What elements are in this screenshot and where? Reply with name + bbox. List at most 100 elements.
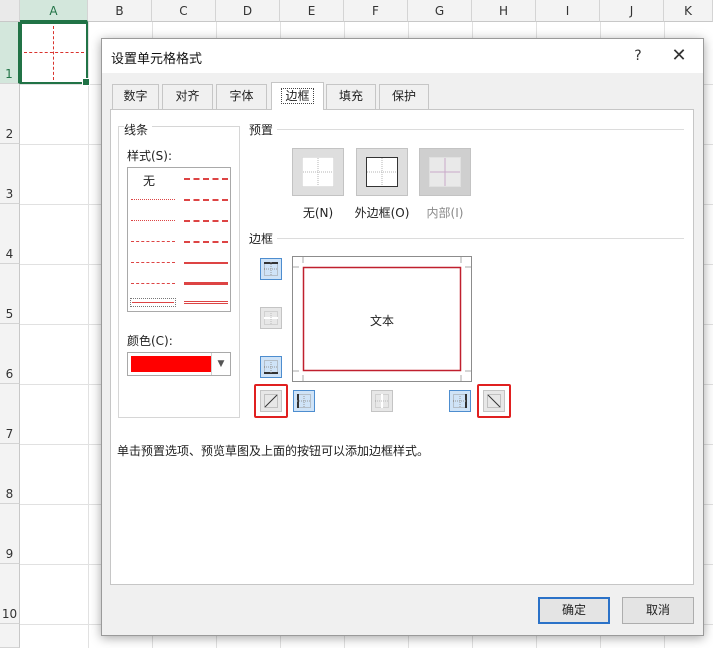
tab-protection[interactable]: 保护 [379, 84, 429, 109]
tab-alignment[interactable]: 对齐 [162, 84, 213, 109]
border-top-button[interactable] [260, 258, 282, 280]
grid-line [88, 22, 89, 648]
dialog-titlebar[interactable]: 设置单元格格式 ? ✕ [102, 39, 703, 73]
column-header-b[interactable]: B [88, 0, 152, 22]
column-header-a[interactable]: A [20, 0, 88, 22]
select-all-corner[interactable] [0, 0, 20, 22]
preset-none-button[interactable] [292, 148, 344, 196]
border-tab-panel: 线条 样式(S): 无 颜色(C): ▼ 预置 无(N) 外边框(O) 内部(I… [110, 109, 694, 585]
tab-font[interactable]: 字体 [216, 84, 267, 109]
line-style-medium[interactable] [184, 262, 228, 264]
line-style-medium-dash-dot-dot[interactable] [184, 178, 228, 180]
line-style-dash-dot[interactable] [131, 262, 175, 263]
line-style-hair[interactable] [131, 199, 175, 200]
column-header-g[interactable]: G [408, 0, 472, 22]
preset-inside-button[interactable] [419, 148, 471, 196]
row-header-3[interactable]: 3 [0, 144, 20, 204]
line-style-medium-dashed[interactable] [184, 241, 228, 243]
border-preview[interactable]: 文本 [292, 256, 472, 382]
cell-dashed-horizontal-line [24, 52, 84, 53]
cancel-button[interactable]: 取消 [622, 597, 694, 624]
tab-fill-label: 填充 [338, 89, 363, 103]
preset-none-icon [302, 157, 334, 187]
row-header-9[interactable]: 9 [0, 504, 20, 564]
line-style-thin-sample [132, 302, 174, 303]
presets-group-label: 预置 [249, 121, 278, 138]
cell-dashed-vertical-line [53, 26, 54, 80]
line-style-dash-dot-dot[interactable] [131, 241, 175, 242]
border-inside-horizontal-button[interactable] [260, 307, 282, 329]
row-header-7[interactable]: 7 [0, 384, 20, 444]
format-cells-dialog: 设置单元格格式 ? ✕ 数字 对齐 字体 边框 填充 保护 线条 样式(S): … [101, 38, 704, 636]
line-style-none[interactable]: 无 [143, 172, 155, 189]
tab-alignment-label: 对齐 [175, 89, 200, 103]
column-header-j[interactable]: J [600, 0, 664, 22]
tab-number-label: 数字 [123, 89, 148, 103]
border-top-icon [264, 262, 278, 276]
row-header-6[interactable]: 6 [0, 324, 20, 384]
line-style-medium-dash-dot[interactable] [184, 220, 228, 222]
tab-border[interactable]: 边框 [271, 82, 324, 110]
border-inside-vertical-icon [375, 394, 389, 408]
hint-text: 单击预置选项、预览草图及上面的按钮可以添加边框样式。 [117, 444, 430, 458]
column-header-h[interactable]: H [472, 0, 536, 22]
line-style-list[interactable]: 无 [127, 167, 231, 312]
highlight-diagonal-down [477, 384, 511, 418]
preview-text: 文本 [369, 314, 394, 328]
help-button[interactable]: ? [627, 45, 649, 67]
highlight-diagonal-up [254, 384, 288, 418]
border-bottom-icon [264, 360, 278, 374]
row-header-8[interactable]: 8 [0, 444, 20, 504]
color-picker[interactable]: ▼ [127, 352, 231, 376]
chevron-down-icon[interactable]: ▼ [211, 353, 230, 375]
tab-font-label: 字体 [229, 89, 254, 103]
border-inside-vertical-button[interactable] [371, 390, 393, 412]
preset-outline-label: 外边框(O) [354, 206, 410, 220]
row-header-4[interactable]: 4 [0, 204, 20, 264]
preset-none-label: 无(N) [302, 206, 334, 220]
line-style-dashed[interactable] [131, 283, 175, 284]
preset-inside-icon [429, 157, 461, 187]
tab-protection-label: 保护 [391, 89, 416, 103]
line-style-thin-selected[interactable] [130, 298, 176, 307]
line-style-dotted[interactable] [131, 220, 175, 221]
row-header-2[interactable]: 2 [0, 84, 20, 144]
close-button[interactable]: ✕ [668, 45, 690, 67]
column-header-e[interactable]: E [280, 0, 344, 22]
tab-number[interactable]: 数字 [112, 84, 159, 109]
border-group-label: 边框 [249, 230, 278, 247]
row-header-1[interactable]: 1 [0, 22, 20, 84]
border-separator [277, 238, 684, 239]
line-style-double[interactable] [184, 301, 228, 304]
border-right-button[interactable] [449, 390, 471, 412]
line-style-thick[interactable] [184, 282, 228, 285]
preset-outline-button[interactable] [356, 148, 408, 196]
preset-inside-label: 内部(I) [426, 206, 464, 220]
row-header-11[interactable] [0, 624, 20, 648]
preset-outline-icon [366, 157, 398, 187]
dialog-title: 设置单元格格式 [111, 52, 203, 67]
line-style-label: 样式(S): [127, 149, 173, 163]
border-left-icon [297, 394, 311, 408]
tab-border-label: 边框 [281, 88, 314, 104]
presets-separator [277, 129, 684, 130]
color-label: 颜色(C): [127, 334, 173, 348]
color-swatch [131, 356, 211, 372]
column-header-c[interactable]: C [152, 0, 216, 22]
column-header-f[interactable]: F [344, 0, 408, 22]
border-inside-horizontal-icon [264, 311, 278, 325]
line-group-label: 线条 [124, 121, 153, 138]
selected-cell-a1[interactable] [20, 22, 90, 86]
border-right-icon [453, 394, 467, 408]
row-header-10[interactable]: 10 [0, 564, 20, 624]
column-header-k[interactable]: K [664, 0, 713, 22]
border-bottom-button[interactable] [260, 356, 282, 378]
fill-handle[interactable] [82, 78, 90, 86]
border-left-button[interactable] [293, 390, 315, 412]
ok-button[interactable]: 确定 [538, 597, 610, 624]
column-header-d[interactable]: D [216, 0, 280, 22]
column-header-i[interactable]: I [536, 0, 600, 22]
line-style-slant-dash-dot[interactable] [184, 199, 228, 201]
row-header-5[interactable]: 5 [0, 264, 20, 324]
tab-fill[interactable]: 填充 [326, 84, 376, 109]
